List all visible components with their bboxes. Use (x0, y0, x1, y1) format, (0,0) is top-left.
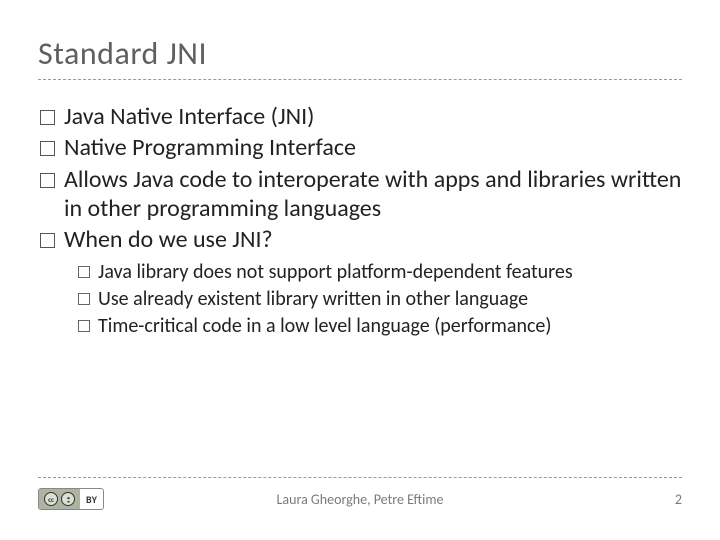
sub-bullet-text: Java library does not support platform-d… (98, 260, 682, 285)
title-divider (38, 79, 682, 80)
cc-icon: cc (44, 492, 58, 506)
square-bullet-icon (40, 110, 55, 125)
bullet-item: When do we use JNI? (38, 225, 682, 254)
footer-row: cc BY Laura Gheorghe, Petre Eftime 2 (38, 488, 682, 510)
by-person-icon (61, 492, 75, 506)
slide-content: Java Native Interface (JNI) Native Progr… (38, 102, 682, 339)
cc-badge-left: cc (39, 489, 80, 509)
bullet-text: Allows Java code to interoperate with ap… (64, 165, 682, 224)
bullet-text: Java Native Interface (JNI) (64, 102, 682, 131)
cc-by-badge: cc BY (38, 488, 104, 510)
sub-bullet-item: Time-critical code in a low level langua… (78, 314, 682, 339)
square-bullet-icon (78, 293, 90, 305)
sub-bullet-text: Use already existent library written in … (98, 287, 682, 312)
sub-bullet-item: Use already existent library written in … (78, 287, 682, 312)
cc-badge-text: BY (80, 489, 103, 509)
slide-footer: cc BY Laura Gheorghe, Petre Eftime 2 (0, 477, 720, 510)
square-bullet-icon (78, 266, 90, 278)
bullet-item: Java Native Interface (JNI) (38, 102, 682, 131)
slide: Standard JNI Java Native Interface (JNI)… (0, 0, 720, 540)
page-number: 2 (675, 491, 682, 508)
square-bullet-icon (78, 320, 90, 332)
bullet-text: When do we use JNI? (64, 225, 682, 254)
slide-title: Standard JNI (38, 34, 682, 73)
square-bullet-icon (40, 141, 55, 156)
footer-divider (38, 477, 682, 478)
square-bullet-icon (40, 173, 55, 188)
sub-bullet-text: Time-critical code in a low level langua… (98, 314, 682, 339)
bullet-item: Allows Java code to interoperate with ap… (38, 165, 682, 224)
sub-bullet-item: Java library does not support platform-d… (78, 260, 682, 285)
sub-bullet-list: Java library does not support platform-d… (38, 260, 682, 339)
footer-authors: Laura Gheorghe, Petre Eftime (277, 491, 444, 508)
bullet-item: Native Programming Interface (38, 133, 682, 162)
bullet-text: Native Programming Interface (64, 133, 682, 162)
square-bullet-icon (40, 233, 55, 248)
